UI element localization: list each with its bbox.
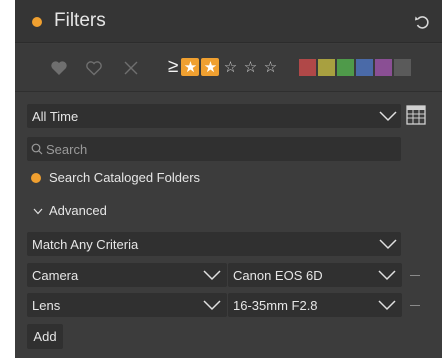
color-label-blue[interactable] <box>356 59 373 76</box>
reset-icon[interactable] <box>413 13 431 31</box>
filters-active-indicator[interactable] <box>32 17 42 27</box>
search-icon <box>31 143 43 155</box>
advanced-label: Advanced <box>49 203 107 218</box>
chevron-down-icon <box>203 270 221 281</box>
chevron-down-icon <box>33 208 43 215</box>
star-outline-icon[interactable]: ☆ <box>261 58 279 76</box>
date-filter-dropdown[interactable]: All Time <box>27 104 401 128</box>
color-label-none[interactable] <box>394 59 411 76</box>
chevron-down-icon <box>378 300 396 311</box>
remove-rule-button[interactable] <box>410 305 420 306</box>
star-rating-filter[interactable]: ≥ ★ ★ ☆ ☆ ☆ <box>168 57 281 77</box>
filters-panel: Filters ≥ ★ ★ ☆ ☆ ☆ All Time Search Sear… <box>15 0 442 358</box>
chevron-down-icon <box>379 111 397 122</box>
filters-header: Filters <box>15 0 442 43</box>
filters-title: Filters <box>54 10 106 31</box>
add-rule-button[interactable]: Add <box>27 324 63 349</box>
star-icon[interactable]: ★ <box>201 58 220 76</box>
color-label-yellow[interactable] <box>318 59 335 76</box>
cataloged-folders-label: Search Cataloged Folders <box>49 170 201 185</box>
color-label-filter <box>299 59 413 76</box>
date-filter-value: All Time <box>32 109 79 124</box>
rule-field-value: Camera <box>32 268 79 283</box>
rule-value: 16-35mm F2.8 <box>233 298 318 313</box>
remove-rule-button[interactable] <box>410 275 420 276</box>
star-outline-icon[interactable]: ☆ <box>221 58 239 76</box>
cataloged-folders-indicator[interactable] <box>31 173 41 183</box>
chevron-down-icon <box>203 300 221 311</box>
chevron-down-icon <box>378 270 396 281</box>
rule-value-dropdown[interactable]: 16-35mm F2.8 <box>228 293 402 317</box>
match-criteria-value: Match Any Criteria <box>32 237 139 252</box>
rule-value-dropdown[interactable]: Canon EOS 6D <box>228 263 402 287</box>
rule-field-dropdown[interactable]: Lens <box>27 293 227 317</box>
rule-field-dropdown[interactable]: Camera <box>27 263 227 287</box>
filled-heart-icon[interactable] <box>50 59 68 77</box>
match-criteria-dropdown[interactable]: Match Any Criteria <box>27 232 401 256</box>
color-label-red[interactable] <box>299 59 316 76</box>
star-icon[interactable]: ★ <box>181 58 200 76</box>
search-input[interactable]: Search <box>46 142 87 157</box>
star-outline-icon[interactable]: ☆ <box>241 58 259 76</box>
color-label-green[interactable] <box>337 59 354 76</box>
search-box[interactable]: Search <box>27 137 401 161</box>
reject-x-icon[interactable] <box>122 59 140 77</box>
rule-value: Canon EOS 6D <box>233 268 323 283</box>
color-label-purple[interactable] <box>375 59 392 76</box>
chevron-down-icon <box>379 239 397 250</box>
rating-operator[interactable]: ≥ <box>168 57 178 77</box>
calendar-icon[interactable] <box>406 104 426 126</box>
flag-rating-color-row: ≥ ★ ★ ☆ ☆ ☆ <box>15 44 442 92</box>
outline-heart-icon[interactable] <box>85 59 103 77</box>
rule-field-value: Lens <box>32 298 61 313</box>
